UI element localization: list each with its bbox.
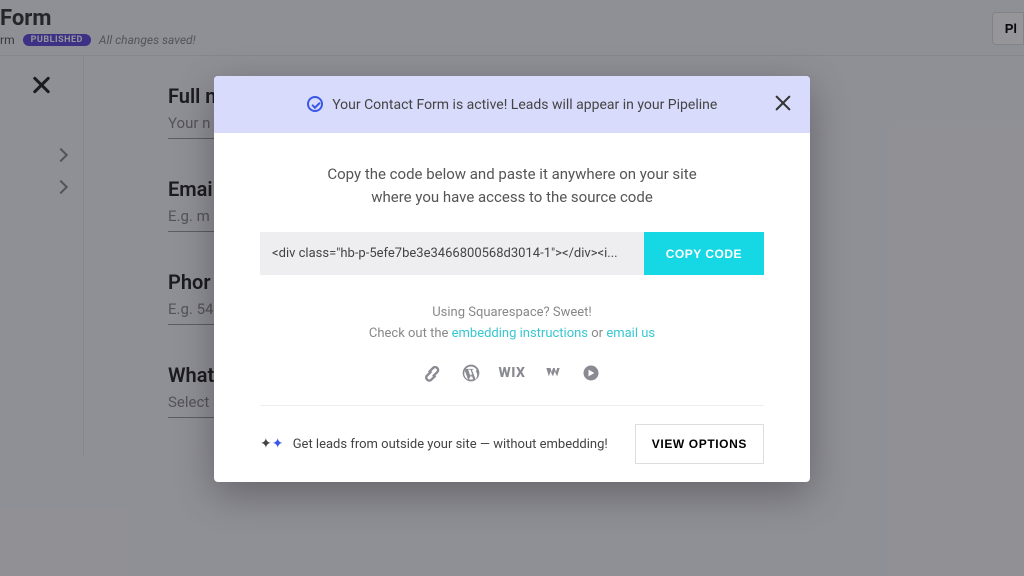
sparkle-icon: ✦✦: [260, 436, 283, 452]
sq-prefix: Check out the: [369, 326, 452, 341]
view-options-button[interactable]: VIEW OPTIONS: [635, 424, 764, 464]
footer-text: ✦✦ Get leads from outside your site — wi…: [260, 436, 623, 452]
banner-text: Your Contact Form is active! Leads will …: [332, 97, 717, 113]
wordpress-icon: [461, 363, 481, 383]
instr-line-1: Copy the code below and paste it anywher…: [260, 163, 764, 186]
copy-code-button[interactable]: COPY CODE: [644, 232, 764, 275]
embed-modal: Your Contact Form is active! Leads will …: [214, 76, 810, 482]
modal-overlay: Your Contact Form is active! Leads will …: [0, 0, 1024, 576]
squarespace-help: Using Squarespace? Sweet! Check out the …: [260, 303, 764, 345]
platform-icon: [581, 363, 601, 383]
instructions: Copy the code below and paste it anywher…: [260, 163, 764, 208]
footer-text-content: Get leads from outside your site — witho…: [293, 437, 608, 452]
sq-line-1: Using Squarespace? Sweet!: [260, 303, 764, 324]
email-us-link[interactable]: email us: [606, 326, 655, 341]
embedding-instructions-link[interactable]: embedding instructions: [452, 326, 588, 341]
divider: [260, 405, 764, 406]
instr-line-2: where you have access to the source code: [260, 186, 764, 209]
check-circle-icon: [307, 96, 323, 112]
platform-icons: WIX: [260, 363, 764, 383]
modal-banner: Your Contact Form is active! Leads will …: [214, 76, 810, 133]
close-icon[interactable]: [772, 92, 794, 114]
wix-icon: WIX: [499, 365, 526, 381]
sq-mid: or: [588, 326, 606, 341]
weebly-icon: [543, 363, 563, 383]
squarespace-icon: [423, 363, 443, 383]
code-snippet[interactable]: <div class="hb-p-5efe7be3e3466800568d301…: [260, 232, 644, 275]
